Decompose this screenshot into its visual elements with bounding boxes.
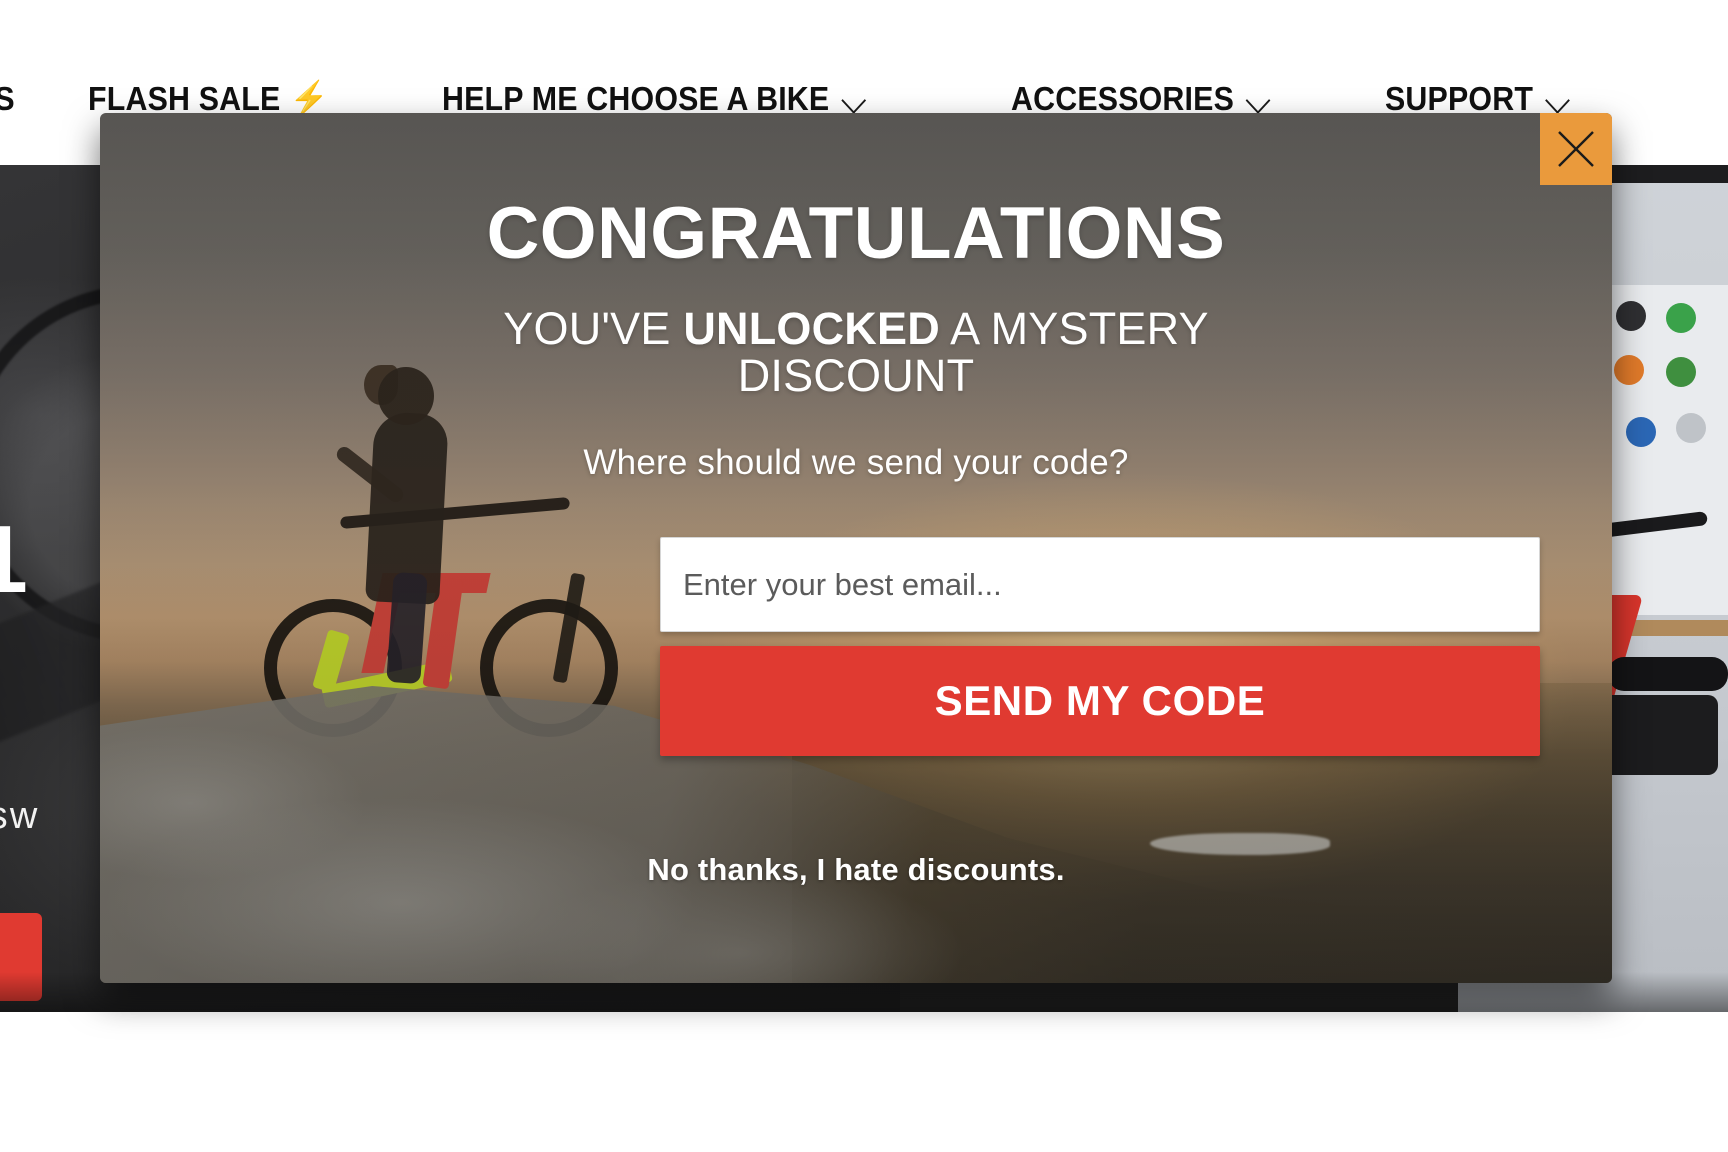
workshop-part: [1666, 357, 1696, 387]
hero-subtext: s answ: [0, 795, 39, 838]
nav-item-accessories[interactable]: ACCESSORIES: [1011, 80, 1271, 118]
decline-discount-link[interactable]: No thanks, I hate discounts.: [100, 852, 1612, 888]
workshop-part: [1616, 301, 1646, 331]
send-my-code-button[interactable]: SEND MY CODE: [660, 646, 1540, 756]
nav-item-es[interactable]: ES: [0, 80, 15, 118]
workshop-part: [1614, 355, 1644, 385]
nav-items: ES FLASH SALE ⚡ HELP ME CHOOSE A BIKE AC…: [0, 80, 1586, 118]
mystery-discount-modal: CONGRATULATIONS YOU'VE UNLOCKED A MYSTER…: [100, 113, 1612, 983]
modal-question: Where should we send your code?: [100, 443, 1612, 483]
email-input[interactable]: [660, 537, 1540, 632]
chevron-down-icon: [842, 91, 866, 107]
workshop-part: [1626, 417, 1656, 447]
close-x-icon: [1555, 128, 1597, 170]
modal-content: CONGRATULATIONS YOU'VE UNLOCKED A MYSTER…: [100, 113, 1612, 983]
nav-item-label: FLASH SALE: [88, 80, 280, 118]
nav-item-flash-sale[interactable]: FLASH SALE ⚡: [88, 80, 314, 118]
hero-headline: A 1: [0, 505, 29, 615]
chevron-down-icon: [1546, 91, 1570, 107]
nav-item-label: HELP ME CHOOSE A BIKE: [442, 80, 829, 118]
workshop-bike-saddle: [1608, 657, 1728, 691]
modal-subtitle: YOU'VE UNLOCKED A MYSTERY DISCOUNT: [400, 305, 1312, 400]
close-button[interactable]: [1540, 113, 1612, 185]
modal-title: CONGRATULATIONS: [100, 197, 1612, 270]
nav-item-label: ACCESSORIES: [1011, 80, 1234, 118]
modal-subtitle-prefix: YOU'VE: [503, 303, 683, 354]
nav-item-support[interactable]: SUPPORT: [1385, 80, 1570, 118]
workshop-part: [1676, 413, 1706, 443]
nav-item-label: ES: [0, 80, 15, 118]
chevron-down-icon: [1247, 91, 1271, 107]
workshop-part: [1666, 303, 1696, 333]
page-root: ES FLASH SALE ⚡ HELP ME CHOOSE A BIKE AC…: [0, 0, 1728, 1152]
modal-subtitle-emphasis: UNLOCKED: [683, 303, 940, 354]
nav-item-label: SUPPORT: [1385, 80, 1533, 118]
lightning-bolt-icon: ⚡: [290, 82, 314, 116]
nav-item-help-me-choose-a-bike[interactable]: HELP ME CHOOSE A BIKE: [442, 80, 866, 118]
